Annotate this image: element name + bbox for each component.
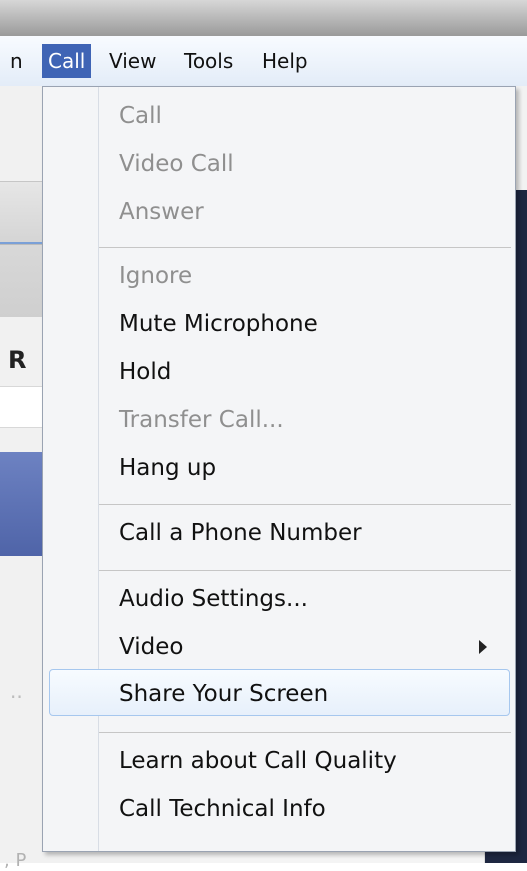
- left-toolbar-strip: [0, 181, 42, 244]
- menu-bar: n Call View Tools Help: [0, 36, 527, 87]
- menu-separator: [99, 504, 511, 505]
- menu-item-share-your-screen[interactable]: Share Your Screen: [119, 673, 328, 715]
- menu-item-transfer-call[interactable]: Transfer Call...: [119, 399, 284, 441]
- menu-separator: [99, 247, 511, 248]
- menu-separator: [99, 570, 511, 571]
- menu-item-answer[interactable]: Answer: [119, 191, 204, 233]
- menu-item-audio-settings[interactable]: Audio Settings...: [119, 578, 308, 620]
- menu-item-learn-call-quality[interactable]: Learn about Call Quality: [119, 740, 397, 782]
- left-input-strip: [0, 386, 42, 428]
- menu-item-video[interactable]: Video: [119, 626, 183, 668]
- menu-call[interactable]: Call: [42, 44, 92, 78]
- menu-item-call-technical-info[interactable]: Call Technical Info: [119, 788, 326, 830]
- menu-item-call-phone-number[interactable]: Call a Phone Number: [119, 512, 362, 554]
- menu-item-video-call[interactable]: Video Call: [119, 143, 234, 185]
- menu-help[interactable]: Help: [256, 44, 314, 78]
- app-window: n Call View Tools Help R .. , P Call Vid…: [0, 0, 527, 871]
- menu-item-ignore[interactable]: Ignore: [119, 255, 192, 297]
- menu-n[interactable]: n: [4, 44, 29, 78]
- menu-separator: [99, 732, 511, 733]
- left-ellipsis: ..: [10, 679, 23, 703]
- submenu-arrow-icon: [479, 640, 487, 654]
- left-selected-panel: [0, 452, 42, 556]
- menu-item-hang-up[interactable]: Hang up: [119, 447, 216, 489]
- menu-item-mute-microphone[interactable]: Mute Microphone: [119, 303, 318, 345]
- left-header-strip: [0, 244, 42, 317]
- window-titlebar: [0, 0, 527, 37]
- menu-view[interactable]: View: [103, 44, 162, 78]
- menu-item-hold[interactable]: Hold: [119, 351, 171, 393]
- call-menu-dropdown: Call Video Call Answer Ignore Mute Micro…: [42, 86, 516, 852]
- menu-tools[interactable]: Tools: [178, 44, 239, 78]
- menu-item-call[interactable]: Call: [119, 95, 162, 137]
- left-fragment-text: , P: [4, 850, 27, 871]
- left-letter: R: [8, 346, 27, 374]
